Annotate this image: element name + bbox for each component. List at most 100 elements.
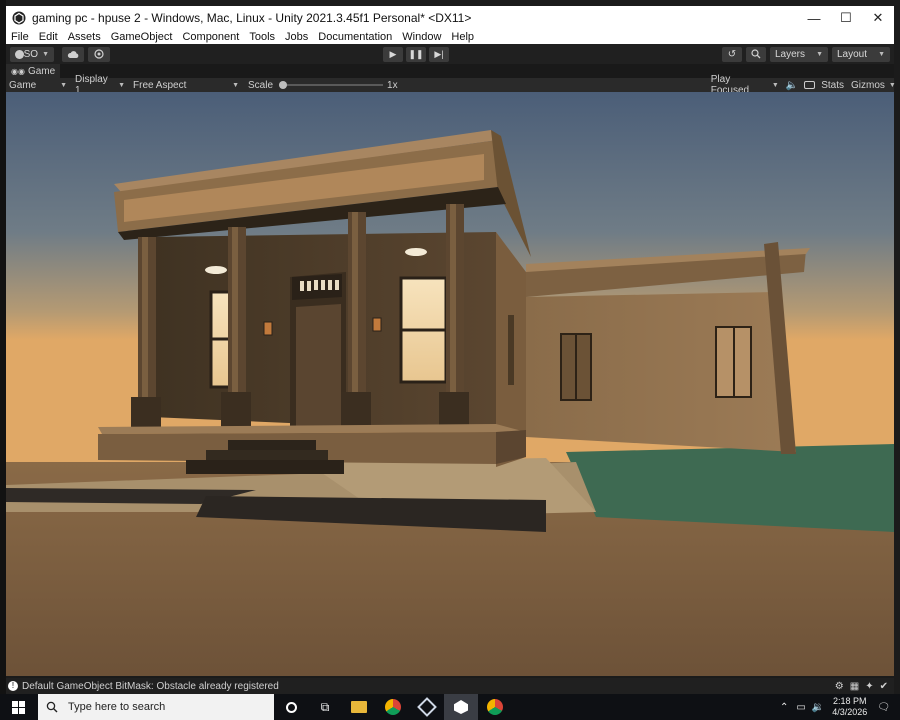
chevron-down-icon: ▼ [60,81,67,89]
file-explorer-button[interactable] [342,694,376,720]
lantern-left [263,321,273,336]
clock[interactable]: 2:18 PM 4/3/2026 [832,696,867,718]
step-button[interactable]: ▶| [429,46,449,62]
chevron-down-icon: ▼ [878,50,885,58]
cortana-button[interactable] [274,694,308,720]
task-view-button[interactable]: ⧉ [308,694,342,720]
windows-icon [11,700,25,714]
menu-tools[interactable]: Tools [244,31,280,43]
history-button[interactable]: ↺ [722,46,742,62]
menu-help[interactable]: Help [446,31,479,43]
notification-icon[interactable]: 🗨 [877,702,890,713]
layers-dropdown[interactable]: Layers ▼ [770,46,828,62]
gamepad-icon[interactable] [804,81,816,89]
start-button[interactable] [0,694,36,720]
game-tab-icon: ◉◉ [11,66,25,76]
menu-file[interactable]: File [6,31,34,43]
account-dropdown[interactable]: SO ▼ [10,46,54,62]
chevron-down-icon: ▼ [118,81,125,89]
minimize-button[interactable]: — [798,6,830,30]
tab-game[interactable]: ◉◉ Game [6,64,61,78]
maximize-icon: ☐ [840,10,852,25]
chevron-up-icon[interactable]: ⌃ [780,702,788,713]
aspect-label: Free Aspect [133,79,187,91]
game-tab-label: Game [27,65,56,77]
unity-logo-icon [12,11,26,25]
menu-window[interactable]: Window [397,31,446,43]
play-button[interactable]: ▶ [383,46,403,62]
search-icon [46,701,58,713]
step-1 [228,440,316,450]
cloud-icon [67,50,79,58]
menu-jobs[interactable]: Jobs [280,31,313,43]
check-icon[interactable]: ✔ [880,681,888,692]
cortana-icon [285,701,297,713]
maximize-button[interactable]: ☐ [830,6,862,30]
door [296,304,341,430]
chevron-down-icon: ▼ [771,81,779,89]
main-toolbar: SO ▼ ▶ ❚❚ ▶| ↺ Layers ▼ Layout ▼ [6,44,894,64]
gizmos-dropdown[interactable]: Gizmos ▼ [848,78,896,92]
menu-documentation[interactable]: Documentation [313,31,397,43]
chrome-button-1[interactable] [376,694,410,720]
side-window [508,315,514,385]
menu-component[interactable]: Component [177,31,244,43]
cloud-button[interactable] [62,46,84,62]
chevron-down-icon: ▼ [888,81,896,89]
status-message[interactable]: Default GameObject BitMask: Obstacle alr… [22,681,279,692]
search-placeholder: Type here to search [68,701,166,713]
play-icon: ▶ [389,48,397,59]
menu-gameobject[interactable]: GameObject [106,31,178,43]
scale-slider[interactable] [279,78,384,92]
cache-icon[interactable]: ▦ [850,681,859,692]
porch-light-left [205,266,227,274]
account-label: SO [23,48,39,60]
unity-editor-button[interactable] [444,694,478,720]
clock-time: 2:18 PM [833,696,867,706]
task-view-icon: ⧉ [320,699,330,714]
stats-button[interactable]: Stats [821,80,844,91]
scale-slider-handle[interactable] [279,81,288,89]
warning-icon: ! [8,681,18,691]
search-icon [751,49,761,59]
folder-icon [351,701,367,713]
collab-icon [94,49,104,59]
chevron-down-icon: ▼ [232,81,239,89]
network-icon[interactable]: ▭ [796,702,805,713]
taskbar-search[interactable]: Type here to search [38,694,274,720]
game-mode-dropdown[interactable]: Game ▼ [6,78,70,92]
unity-icon [454,700,468,714]
play-focus-dropdown[interactable]: Play Focused ▼ [708,74,782,96]
debug-icon[interactable]: ✦ [865,681,873,692]
layout-dropdown[interactable]: Layout ▼ [832,46,890,62]
windows-taskbar: Type here to search ⧉ ⌃ ▭ 🔉 2:18 PM 4/3/… [0,694,900,720]
pause-button[interactable]: ❚❚ [406,46,426,62]
chevron-down-icon: ▼ [816,50,823,58]
game-mode-label: Game [9,79,37,91]
scale-slider-track [279,84,384,86]
layers-label: Layers [775,48,806,60]
display-dropdown[interactable]: Display 1 ▼ [72,74,128,96]
audio-mute-icon[interactable]: 🔈 [786,80,798,91]
unity-hub-button[interactable] [410,694,444,720]
gizmos-label: Gizmos [851,79,885,91]
scene-render [6,92,894,676]
chrome-button-2[interactable] [478,694,512,720]
search-button[interactable] [746,46,766,62]
volume-icon[interactable]: 🔉 [812,702,824,713]
menu-edit[interactable]: Edit [34,31,63,43]
pause-icon: ❚❚ [408,48,424,59]
game-viewport[interactable] [6,92,894,676]
menu-assets[interactable]: Assets [63,31,106,43]
clock-date: 4/3/2026 [832,707,868,717]
collab-button[interactable] [88,46,110,62]
window-title: gaming pc - hpuse 2 - Windows, Mac, Linu… [32,11,472,25]
close-button[interactable]: ✕ [862,6,894,30]
unity-hub-icon [417,697,437,717]
account-icon [15,49,24,59]
aspect-dropdown[interactable]: Free Aspect ▼ [130,78,242,92]
step-2 [206,450,328,460]
scale-value: 1x [387,79,398,91]
chevron-down-icon: ▼ [42,50,49,58]
game-view-controls: Game ▼ Display 1 ▼ Free Aspect ▼ Scale 1… [6,74,896,96]
